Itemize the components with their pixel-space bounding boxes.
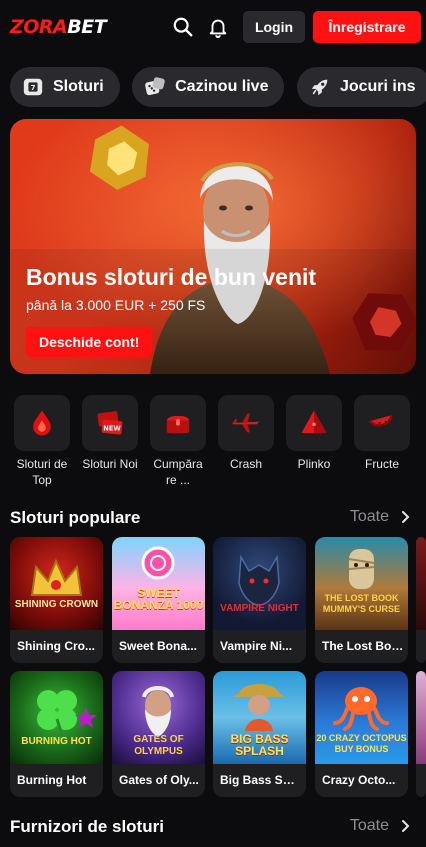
watermelon-icon bbox=[368, 414, 393, 427]
plane-icon bbox=[232, 413, 260, 433]
game-art-title: BIG BASS SPLASH bbox=[230, 732, 289, 758]
game-name: Crazy Octo... bbox=[322, 773, 396, 787]
quick-item-label: Cumpăra re ... bbox=[153, 457, 203, 487]
game-art-title: BURNING HOT bbox=[21, 736, 92, 747]
logo[interactable]: ZORA BET bbox=[10, 16, 107, 38]
pyramid-icon bbox=[301, 410, 327, 433]
treasure-chest-icon bbox=[166, 415, 190, 433]
game-art-title: THE LOST BOOK MUMMY'S CURSE bbox=[322, 593, 401, 614]
tab-instant-games[interactable]: Jocuri ins bbox=[296, 67, 426, 107]
game-name: The Lost Boo... bbox=[322, 639, 404, 653]
banner-subtitle: până la 3.000 EUR + 250 FS bbox=[26, 297, 206, 313]
quick-item-label: Sloturi Noi bbox=[82, 457, 138, 471]
game-card[interactable]: GATES OF OLYMPUS Gates of Oly... bbox=[112, 671, 205, 797]
logo-part-zora: ZORA bbox=[10, 16, 68, 38]
game-thumbnail: THE LOST BOOK MUMMY'S CURSE bbox=[315, 537, 408, 630]
svg-text:NEW: NEW bbox=[103, 424, 121, 432]
game-thumbnail: SHINING CROWN bbox=[10, 537, 103, 630]
quick-item-label: Crash bbox=[229, 457, 262, 471]
quick-tile bbox=[286, 395, 342, 451]
quick-item-crash[interactable]: Crash bbox=[216, 395, 276, 472]
game-name: Sweet Bona... bbox=[119, 639, 198, 653]
game-thumbnail: BURNING HOT bbox=[10, 671, 103, 764]
login-button[interactable]: Login bbox=[243, 11, 305, 43]
mummy-icon bbox=[348, 549, 375, 589]
see-all-label: Toate bbox=[349, 508, 389, 525]
flame-drop-icon bbox=[33, 410, 51, 436]
game-thumbnail: GATES OF OLYMPUS bbox=[112, 671, 205, 764]
clover-icon bbox=[37, 690, 97, 736]
game-art-title: GATES OF OLYMPUS bbox=[133, 734, 184, 757]
game-art-title: VAMPIRE NIGHT bbox=[220, 603, 299, 614]
providers-see-all-link[interactable]: Toate bbox=[350, 817, 410, 835]
tab-label: Jocuri ins bbox=[339, 78, 416, 95]
quick-tile bbox=[218, 395, 274, 451]
quick-tile: NEW bbox=[82, 395, 138, 451]
quick-item-label: Fructe bbox=[364, 457, 399, 471]
quick-item-plinko[interactable]: Plinko bbox=[284, 395, 344, 472]
game-card[interactable]: THE LOST BOOK MUMMY'S CURSE The Lost Boo… bbox=[315, 537, 408, 663]
quick-tile bbox=[14, 395, 70, 451]
tab-label: Cazinou live bbox=[175, 78, 269, 95]
quick-tile bbox=[150, 395, 206, 451]
game-thumbnail: BIG BASS SPLASH bbox=[213, 671, 306, 764]
top-bar: ZORA BET Login Înregistrare bbox=[0, 0, 426, 54]
register-button[interactable]: Înregistrare bbox=[313, 11, 421, 43]
dice-icon bbox=[145, 77, 165, 96]
see-all-label: Toate bbox=[349, 817, 389, 834]
game-card[interactable]: SHINING CROWN Shining Cro... bbox=[10, 537, 103, 663]
logo-part-bet: BET bbox=[67, 16, 107, 38]
quick-item-label: Sloturi de Top bbox=[16, 457, 68, 487]
quick-item-top-slots[interactable]: Sloturi de Top bbox=[12, 395, 72, 488]
game-card-partial[interactable] bbox=[416, 671, 426, 797]
quick-item-buy-bonus[interactable]: Cumpăra re ... bbox=[148, 395, 208, 488]
chevron-right-icon bbox=[402, 820, 410, 832]
providers-title: Furnizori de sloturi bbox=[10, 817, 164, 836]
game-card[interactable]: 20 CRAZY OCTOPUS BUY BONUS Crazy Octo... bbox=[315, 671, 408, 797]
game-thumbnail bbox=[416, 537, 426, 630]
quick-item-label: Plinko bbox=[297, 457, 331, 471]
game-card-partial[interactable] bbox=[416, 537, 426, 663]
game-art-title: SWEET BONANZA 1000 bbox=[113, 586, 204, 612]
popular-see-all-link[interactable]: Toate bbox=[350, 508, 410, 526]
game-thumbnail: VAMPIRE NIGHT bbox=[213, 537, 306, 630]
game-thumbnail: SWEET BONANZA 1000 bbox=[112, 537, 205, 630]
bell-icon[interactable] bbox=[207, 16, 229, 38]
game-art-title: 20 CRAZY OCTOPUS BUY BONUS bbox=[316, 733, 407, 754]
banner-title: Bonus sloturi de bun venit bbox=[26, 264, 317, 290]
chevron-right-icon bbox=[402, 511, 410, 523]
game-name: Shining Cro... bbox=[17, 639, 95, 653]
category-tabs: 7 Sloturi Cazinou live Jocuri ins bbox=[10, 67, 426, 107]
quick-item-fruits[interactable]: Fructe bbox=[352, 395, 412, 472]
game-card[interactable]: BURNING HOT Burning Hot bbox=[10, 671, 103, 797]
new-badge-icon: NEW bbox=[97, 411, 123, 435]
game-card[interactable]: VAMPIRE NIGHT Vampire Ni... bbox=[213, 537, 306, 663]
tab-live-casino[interactable]: Cazinou live bbox=[132, 67, 285, 107]
slot-machine-icon: 7 bbox=[23, 78, 43, 96]
game-name: Burning Hot bbox=[17, 773, 87, 787]
rocket-icon bbox=[311, 79, 328, 96]
popular-slots-title: Sloturi populare bbox=[10, 508, 141, 527]
quick-item-new-slots[interactable]: NEW Sloturi Noi bbox=[80, 395, 140, 472]
game-thumbnail bbox=[416, 671, 426, 764]
svg-text:7: 7 bbox=[30, 83, 35, 92]
game-name: Gates of Oly... bbox=[119, 773, 199, 787]
open-account-button[interactable]: Deschide cont! bbox=[26, 327, 153, 357]
game-name: Vampire Ni... bbox=[220, 639, 293, 653]
promo-banner[interactable]: Bonus sloturi de bun venit până la 3.000… bbox=[10, 119, 416, 374]
game-card[interactable]: SWEET BONANZA 1000 Sweet Bona... bbox=[112, 537, 205, 663]
tab-slots[interactable]: 7 Sloturi bbox=[10, 67, 120, 107]
quick-tile bbox=[354, 395, 410, 451]
crown-icon bbox=[30, 558, 83, 596]
quick-categories: Sloturi de Top NEW Sloturi Noi Cumpăra r… bbox=[10, 395, 426, 490]
tab-label: Sloturi bbox=[53, 78, 104, 95]
game-card[interactable]: BIG BASS SPLASH Big Bass Spl... bbox=[213, 671, 306, 797]
game-name: Big Bass Spl... bbox=[220, 773, 302, 787]
game-art-title: SHINING CROWN bbox=[14, 599, 99, 610]
lollipop-icon bbox=[141, 546, 175, 580]
werewolf-icon bbox=[238, 554, 280, 606]
search-icon[interactable] bbox=[172, 16, 194, 38]
game-thumbnail: 20 CRAZY OCTOPUS BUY BONUS bbox=[315, 671, 408, 764]
